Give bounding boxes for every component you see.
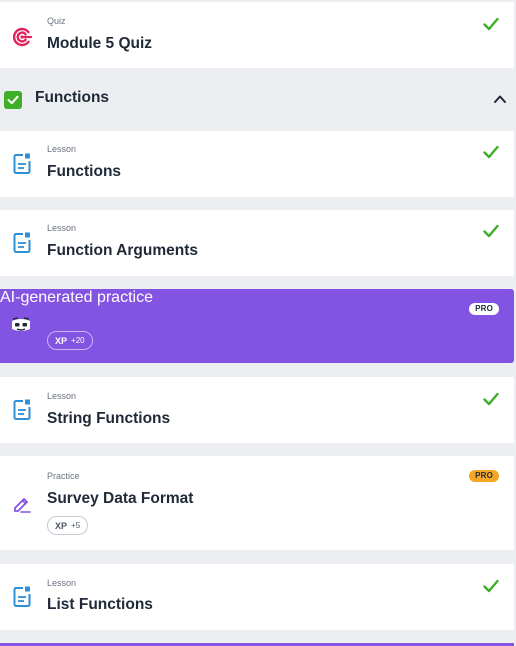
lesson-doc-icon xyxy=(11,399,33,421)
ai-robot-icon xyxy=(9,314,33,336)
section-title: Functions xyxy=(35,89,110,106)
section-header-functions[interactable]: Functions xyxy=(0,72,516,126)
lesson-item-list-functions[interactable]: Lesson List Functions xyxy=(0,564,514,630)
practice-pencil-icon xyxy=(11,493,33,515)
lesson-item-function-arguments[interactable]: Lesson Function Arguments xyxy=(0,210,514,276)
item-title: String Functions xyxy=(47,410,171,427)
item-kind-label: Quiz xyxy=(47,16,66,26)
section-completed-checkbox-icon xyxy=(4,91,22,109)
pro-badge: PRO xyxy=(469,303,499,315)
item-title: Functions xyxy=(47,163,122,180)
item-title: AI-generated practice xyxy=(0,289,153,306)
xp-reward-pill: XP +5 xyxy=(47,516,89,535)
lesson-doc-icon xyxy=(11,232,33,254)
completed-check-icon xyxy=(483,145,499,159)
pro-badge: PRO xyxy=(469,470,499,482)
completed-check-icon xyxy=(483,17,499,31)
item-title: Module 5 Quiz xyxy=(47,35,153,52)
item-kind-label: Practice xyxy=(47,471,80,481)
lesson-doc-icon xyxy=(11,153,33,175)
xp-reward-pill: XP +20 xyxy=(47,331,93,350)
target-icon xyxy=(11,26,33,48)
item-kind-label: Lesson xyxy=(47,391,77,401)
item-title: Function Arguments xyxy=(47,242,198,259)
item-title: Survey Data Format xyxy=(47,490,194,507)
completed-check-icon xyxy=(483,392,499,406)
completed-check-icon xyxy=(483,224,499,238)
completed-check-icon xyxy=(483,579,499,593)
practice-item-survey-data-format[interactable]: Practice Survey Data Format PRO XP +5 xyxy=(0,456,514,550)
lesson-item-string-functions[interactable]: Lesson String Functions xyxy=(0,377,514,443)
xp-label: XP xyxy=(55,335,68,346)
xp-value: +20 xyxy=(71,336,85,345)
item-title: List Functions xyxy=(47,596,153,613)
lesson-item-functions[interactable]: Lesson Functions xyxy=(0,131,514,197)
item-kind-label: Lesson xyxy=(47,223,77,233)
item-kind-label: Lesson xyxy=(47,144,77,154)
chevron-up-icon[interactable] xyxy=(493,92,507,106)
quiz-item-module-5[interactable]: Quiz Module 5 Quiz xyxy=(0,2,514,68)
course-module-list: Quiz Module 5 Quiz Functions Lesson Func… xyxy=(0,0,516,646)
xp-label: XP xyxy=(55,520,68,531)
item-kind-label: Lesson xyxy=(47,578,77,588)
xp-value: +5 xyxy=(71,521,81,530)
ai-practice-item[interactable]: AI-generated practice PRO XP +20 xyxy=(0,289,514,363)
lesson-doc-icon xyxy=(11,586,33,608)
